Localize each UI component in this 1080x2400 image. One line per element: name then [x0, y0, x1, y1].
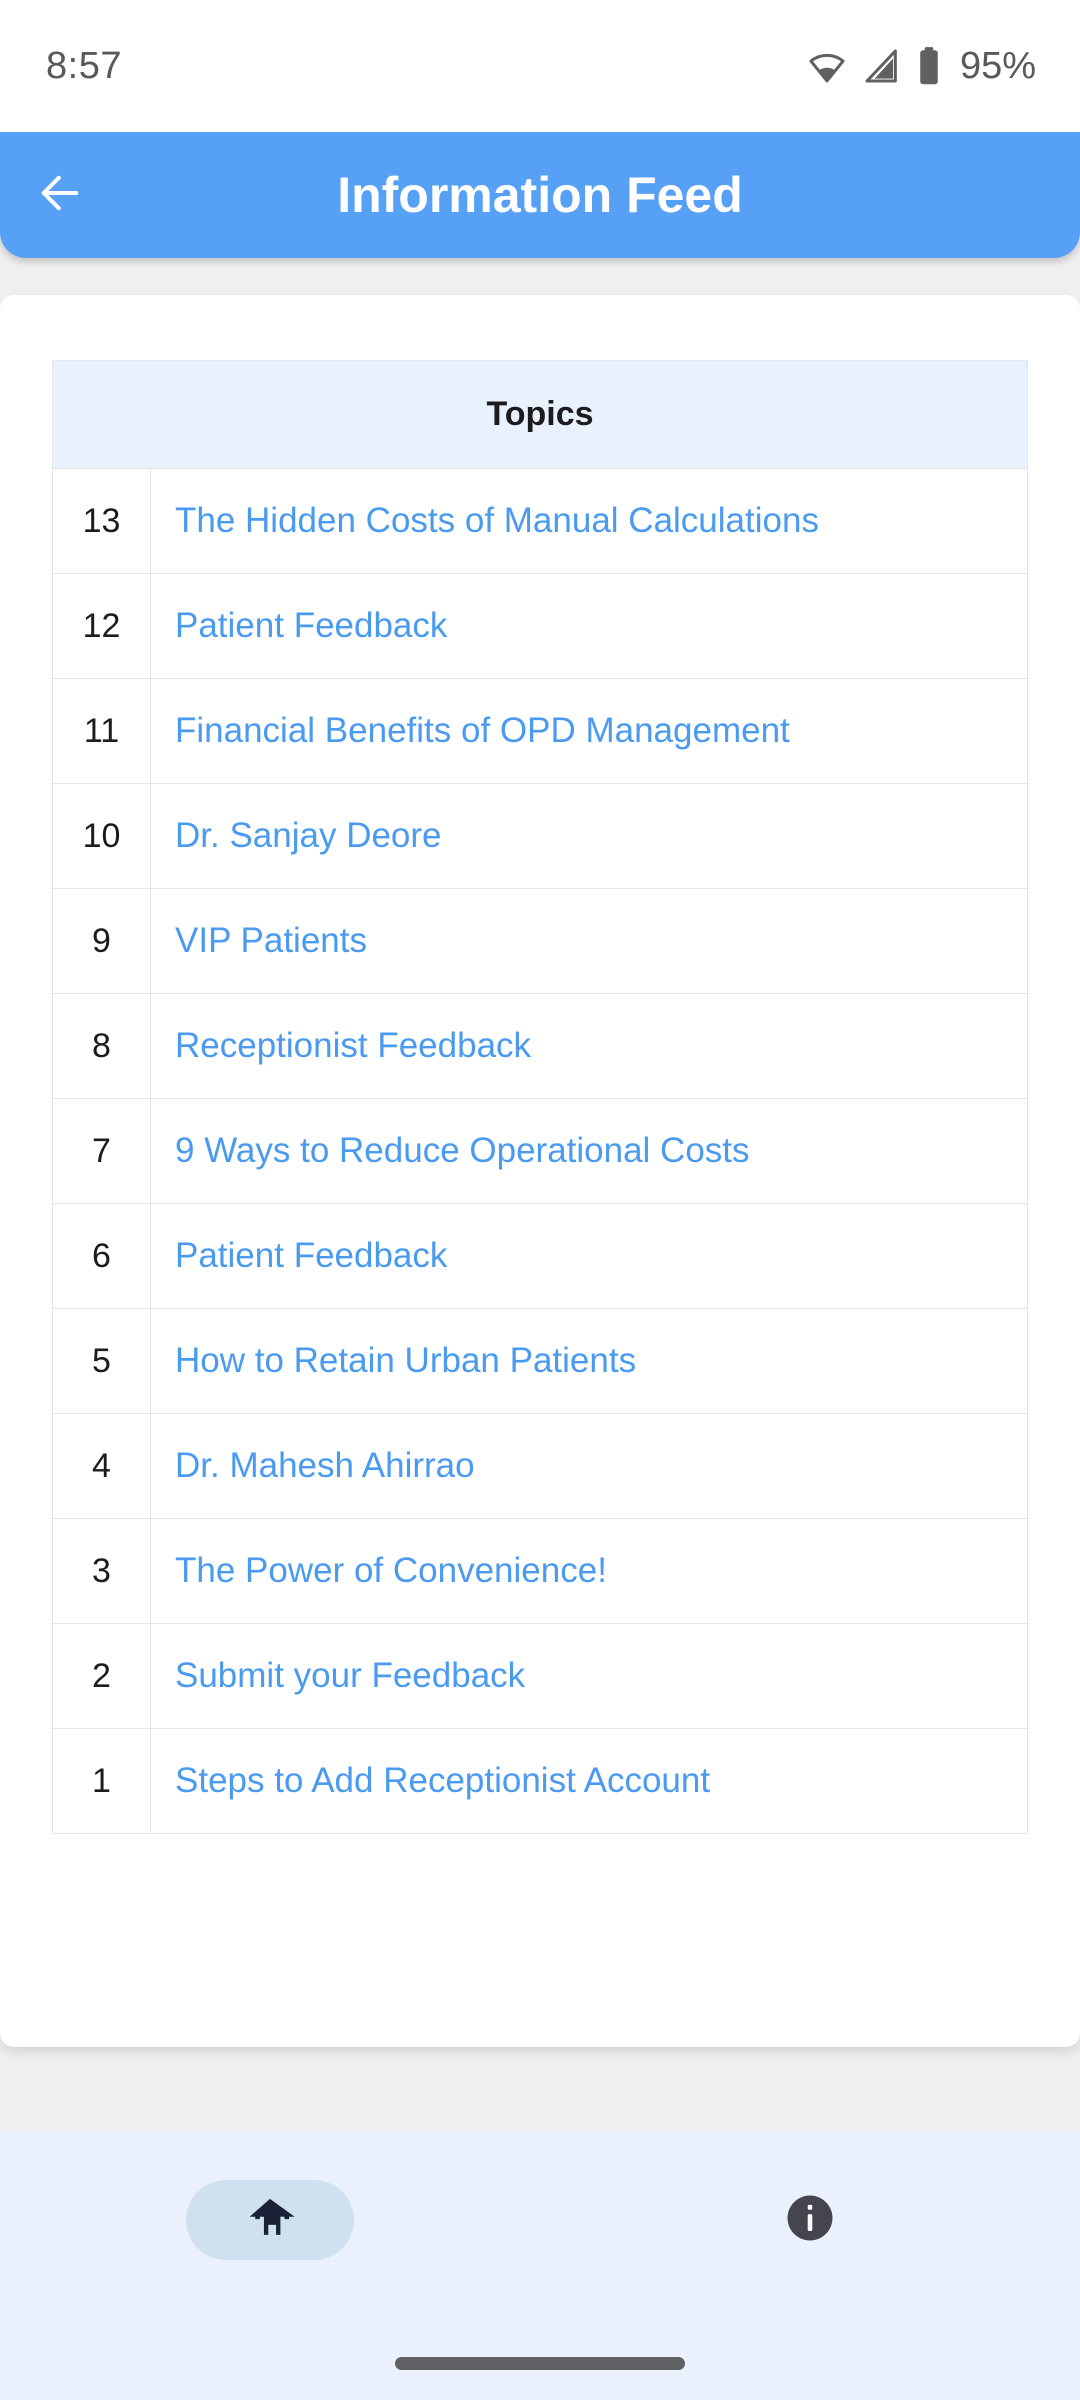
- table-header-topics: Topics: [52, 360, 1028, 469]
- table-row[interactable]: 13 The Hidden Costs of Manual Calculation…: [52, 468, 1028, 574]
- battery-percent: 95%: [959, 44, 1036, 87]
- topics-table: Topics 13 The Hidden Costs of Manual Calc…: [52, 360, 1028, 1834]
- topic-link[interactable]: Dr. Sanjay Deore: [150, 783, 1028, 889]
- cellular-signal-icon: [862, 46, 902, 86]
- table-row[interactable]: 9 VIP Patients: [52, 888, 1028, 994]
- back-button[interactable]: [0, 132, 120, 258]
- page-title: Information Feed: [337, 167, 743, 223]
- status-bar: 8:57 95%: [0, 0, 1080, 132]
- table-row[interactable]: 10 Dr. Sanjay Deore: [52, 783, 1028, 889]
- topic-link[interactable]: Steps to Add Receptionist Account: [150, 1728, 1028, 1834]
- row-number: 10: [52, 783, 151, 889]
- row-number: 3: [52, 1518, 151, 1624]
- battery-icon: [916, 45, 942, 87]
- table-row[interactable]: 2 Submit your Feedback: [52, 1623, 1028, 1729]
- topic-link[interactable]: Submit your Feedback: [150, 1623, 1028, 1729]
- row-number: 4: [52, 1413, 151, 1519]
- table-row[interactable]: 79 Ways to Reduce Operational Costs: [52, 1098, 1028, 1204]
- nav-item-info[interactable]: [710, 2180, 910, 2260]
- app-bar: Information Feed: [0, 132, 1080, 258]
- app-bar-container: Information Feed: [0, 132, 1080, 258]
- row-number: 12: [52, 573, 151, 679]
- table-body: 13 The Hidden Costs of Manual Calculation…: [52, 468, 1028, 1834]
- row-number: 8: [52, 993, 151, 1099]
- row-number: 5: [52, 1308, 151, 1414]
- row-number: 1: [52, 1728, 151, 1834]
- row-number: 9: [52, 888, 151, 994]
- table-row[interactable]: 12 Patient Feedback: [52, 573, 1028, 679]
- info-icon: [781, 2189, 839, 2252]
- status-indicators: 95%: [806, 45, 1036, 88]
- topic-link[interactable]: Patient Feedback: [150, 1203, 1028, 1309]
- row-number: 13: [52, 468, 151, 574]
- nav-item-home[interactable]: [170, 2180, 370, 2260]
- row-number: 6: [52, 1203, 151, 1309]
- bottom-navigation: [0, 2132, 1080, 2400]
- content-card: Topics 13 The Hidden Costs of Manual Calc…: [0, 295, 1080, 2047]
- table-row[interactable]: 4 Dr. Mahesh Ahirrao: [52, 1413, 1028, 1519]
- topic-link[interactable]: VIP Patients: [150, 888, 1028, 994]
- status-time: 8:57: [46, 44, 122, 87]
- home-icon: [244, 2192, 296, 2249]
- row-number: 11: [52, 678, 151, 784]
- table-row[interactable]: 6 Patient Feedback: [52, 1203, 1028, 1309]
- gesture-bar: [395, 2357, 685, 2370]
- topic-link[interactable]: How to Retain Urban Patients: [150, 1308, 1028, 1414]
- row-number: 7: [52, 1098, 151, 1204]
- table-row[interactable]: 8 Receptionist Feedback: [52, 993, 1028, 1099]
- topic-link[interactable]: The Hidden Costs of Manual Calculations: [150, 468, 1028, 574]
- phone-screen: 8:57 95% Information Feed Topics 13 The …: [0, 0, 1080, 2400]
- topic-link[interactable]: The Power of Convenience!: [150, 1518, 1028, 1624]
- table-head: Topics: [52, 360, 1028, 469]
- table-row[interactable]: 1 Steps to Add Receptionist Account: [52, 1728, 1028, 1834]
- info-button[interactable]: [726, 2180, 894, 2260]
- table-row[interactable]: 3 The Power of Convenience!: [52, 1518, 1028, 1624]
- table-header-row: Topics: [52, 360, 1028, 469]
- wifi-icon: [806, 45, 848, 87]
- topic-link[interactable]: Dr. Mahesh Ahirrao: [150, 1413, 1028, 1519]
- row-number: 2: [52, 1623, 151, 1729]
- table-row[interactable]: 5 How to Retain Urban Patients: [52, 1308, 1028, 1414]
- back-arrow-icon: [32, 165, 88, 226]
- topic-link[interactable]: Financial Benefits of OPD Management: [150, 678, 1028, 784]
- topic-link[interactable]: 9 Ways to Reduce Operational Costs: [150, 1098, 1028, 1204]
- topic-link[interactable]: Receptionist Feedback: [150, 993, 1028, 1099]
- home-selected-pill[interactable]: [186, 2180, 354, 2260]
- topic-link[interactable]: Patient Feedback: [150, 573, 1028, 679]
- table-row[interactable]: 11 Financial Benefits of OPD Management: [52, 678, 1028, 784]
